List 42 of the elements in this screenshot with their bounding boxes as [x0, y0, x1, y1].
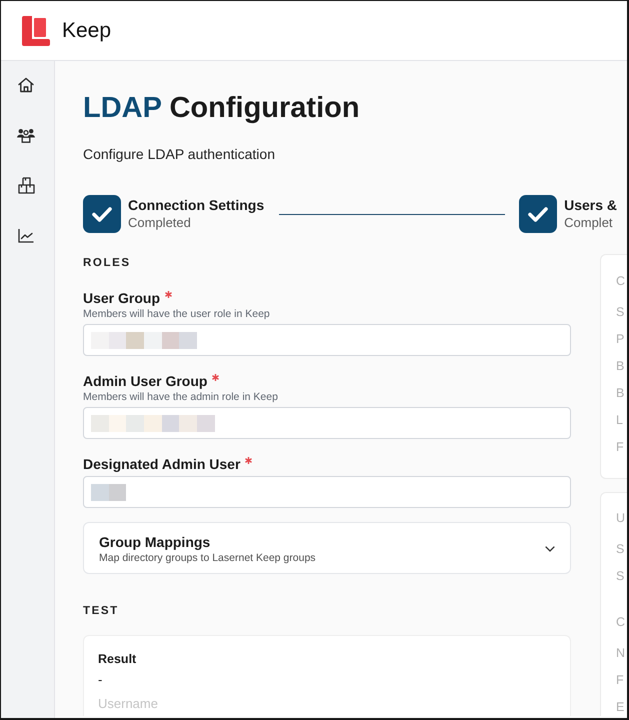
page-title: LDAP Configuration: [83, 91, 361, 125]
result-value: -: [98, 672, 104, 688]
step-title: Users &: [564, 197, 618, 214]
field-label: Designated Admin User: [83, 455, 240, 473]
panel-row-label: E: [616, 699, 626, 715]
panel-heading: U: [616, 510, 626, 526]
panel-row-label: S: [616, 541, 626, 557]
logo-icon: [22, 16, 50, 46]
step-title: Connection Settings: [128, 197, 264, 214]
home-icon: [18, 77, 34, 93]
input-field[interactable]: [83, 324, 571, 356]
page-subtitle: Configure LDAP authentication: [83, 145, 276, 164]
group-mappings-accordion[interactable]: Group Mappings Map directory groups to Lasernet Keep groups: [83, 522, 571, 574]
panel-row-label: S: [616, 304, 626, 320]
field-label: Username: [98, 696, 159, 712]
panel-row-label: B: [616, 358, 626, 374]
panel-row-label: F: [616, 439, 625, 455]
field-label: User Group: [83, 289, 160, 307]
field-label: Admin User Group: [83, 372, 208, 390]
users-icon: [17, 128, 35, 142]
panel-heading: C: [616, 273, 626, 289]
step-status: Complet: [564, 214, 614, 231]
panel-heading: C: [616, 614, 626, 630]
panel-row-label: S: [616, 568, 626, 584]
panel-row-label: L: [616, 412, 624, 428]
input-field[interactable]: [83, 476, 571, 508]
app-name: Keep: [62, 18, 112, 42]
panel-row-label: F: [616, 672, 625, 688]
field-hint: Members will have the user role in Keep: [83, 308, 271, 321]
accordion-description: Map directory groups to Lasernet Keep groups: [99, 551, 316, 565]
section-heading: ROLES: [83, 256, 132, 270]
field-hint: Members will have the admin role in Keep: [83, 391, 279, 404]
step-status: Completed: [128, 214, 192, 231]
panel-row-label: P: [616, 331, 626, 347]
accordion-title: Group Mappings: [99, 533, 212, 551]
input-field[interactable]: [83, 407, 571, 439]
panel-row-label: N: [616, 645, 626, 661]
panel-row-label: B: [616, 385, 626, 401]
line-chart-icon: [18, 228, 34, 242]
result-label: Result: [98, 651, 138, 667]
section-heading: TEST: [83, 604, 120, 618]
boxes-icon: [18, 176, 34, 194]
